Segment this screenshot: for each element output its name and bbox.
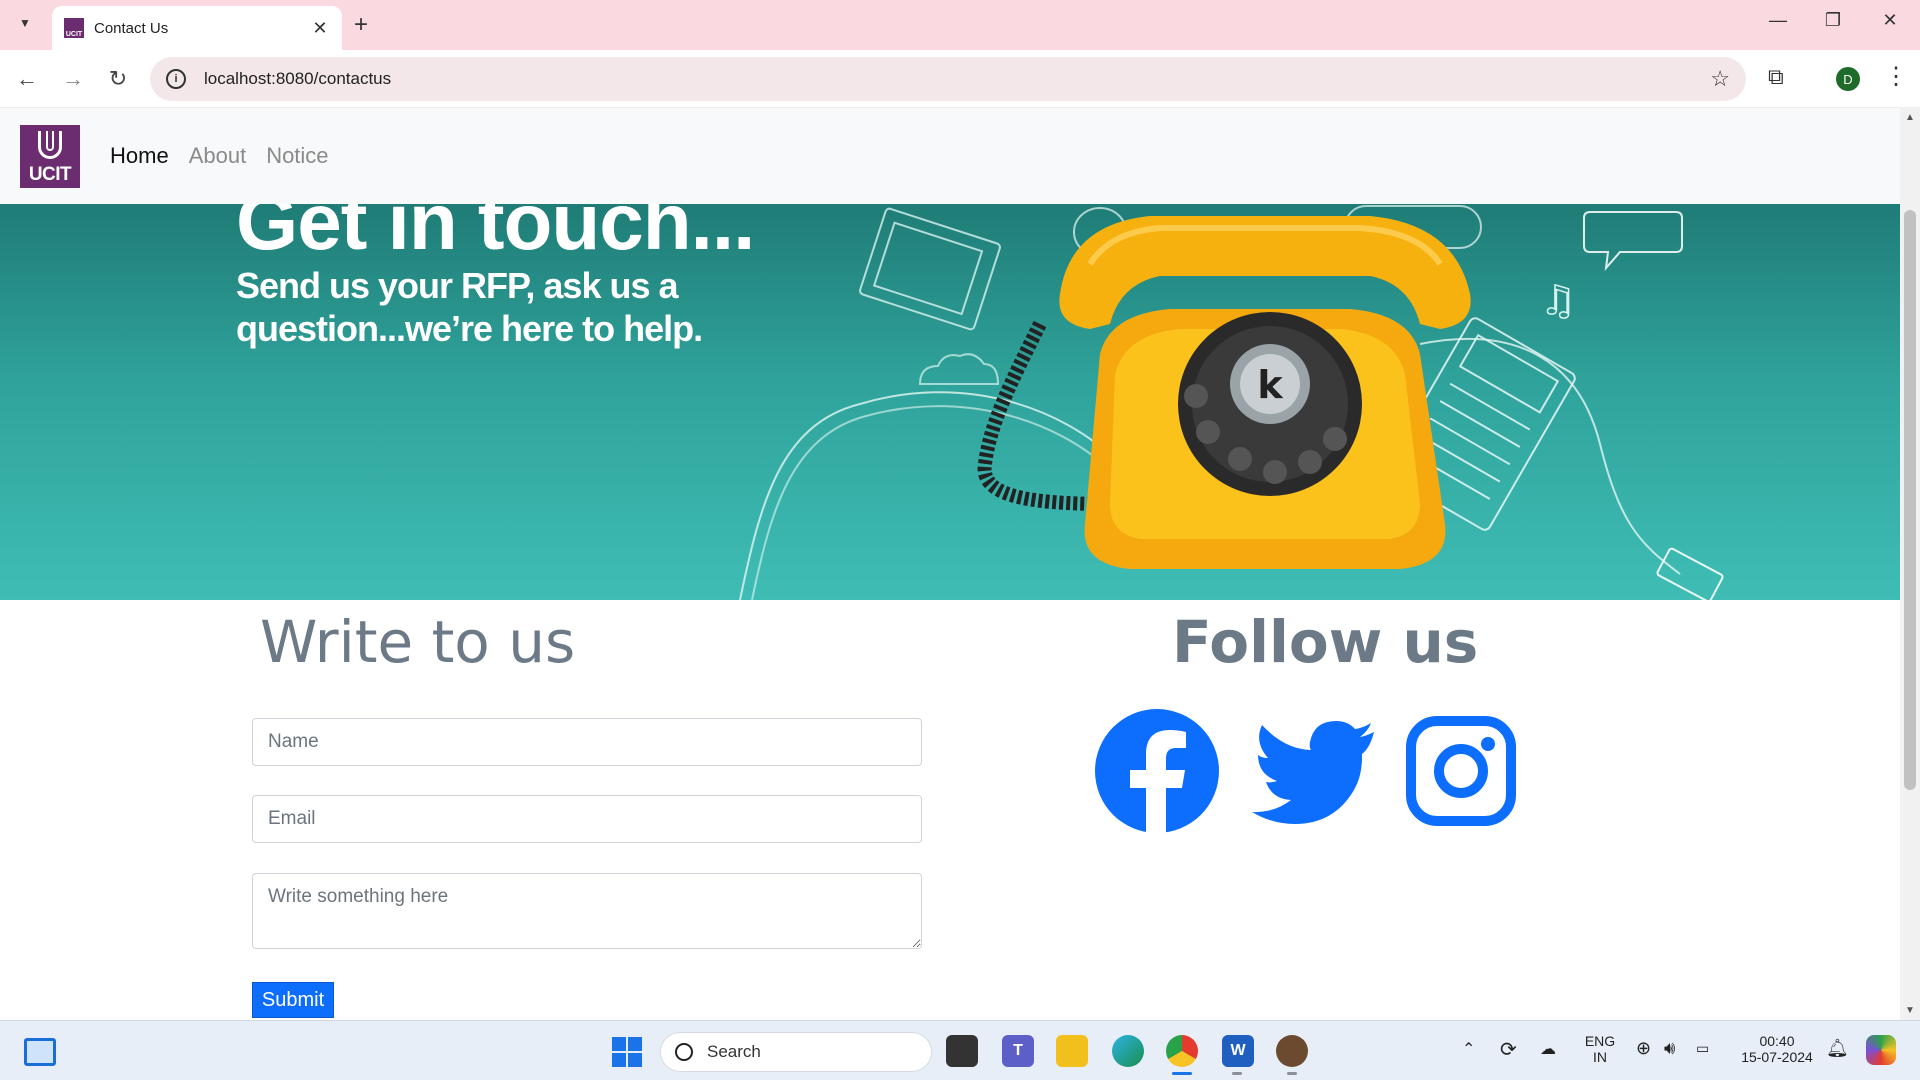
hero-illustration: ♫ ♪ [739,205,1724,600]
tab-list-dropdown-icon[interactable]: ▼ [12,10,38,36]
url-text[interactable]: localhost:8080/contactus [204,69,1710,89]
language-region: IN [1593,1049,1607,1065]
follow-us-heading: Follow us [1172,608,1479,676]
music-note-line-art: ♫ [1540,278,1576,324]
battery-icon[interactable]: ▭ [1696,1040,1709,1057]
reload-icon[interactable]: ↻ [103,66,133,92]
usb-plug-line-art [1656,547,1724,600]
dial-badge-text: k [1257,363,1283,407]
email-input[interactable] [252,795,922,843]
forward-icon[interactable]: → [58,66,88,92]
browser-tab-bar: ▼ UCIT Contact Us ✕ + — ❐ ✕ [0,0,1920,50]
new-tab-icon[interactable]: + [354,11,368,39]
page-scrollbar[interactable]: ▲ ▼ [1900,108,1920,1020]
app-running-indicator [1287,1072,1297,1075]
back-icon[interactable]: ← [12,66,42,92]
telephone-illustration: k [977,216,1471,569]
hero-banner: Get in touch... Send us your RFP, ask us… [0,204,1900,600]
minimize-icon[interactable]: — [1758,10,1798,31]
clock[interactable]: 00:40 15-07-2024 [1736,1033,1818,1065]
tablet-line-art [859,207,1001,331]
start-icon[interactable] [612,1037,642,1067]
language-code: ENG [1584,1033,1616,1049]
tab-favicon: UCIT [64,18,84,38]
facebook-icon[interactable] [1094,708,1220,834]
extensions-icon[interactable]: ⧉ [1768,64,1784,90]
scroll-down-icon[interactable]: ▼ [1905,1005,1915,1016]
nav-home-link[interactable]: Home [110,143,169,169]
teams-icon[interactable]: T [1002,1035,1034,1067]
notification-bell-icon[interactable]: 🔔︎ [1826,1038,1849,1059]
taskbar-search[interactable]: Search [660,1032,932,1072]
chrome-icon[interactable] [1166,1035,1198,1067]
edge-icon[interactable] [1112,1035,1144,1067]
chrome-active-indicator [1172,1072,1192,1075]
tab-title: Contact Us [94,19,169,37]
twitter-icon[interactable] [1250,720,1376,824]
instagram-icon[interactable] [1406,716,1516,826]
cable-line-art [1419,337,1681,575]
app-avatar-icon[interactable] [1276,1035,1308,1067]
address-bar[interactable]: i localhost:8080/contactus ☆ [150,57,1746,101]
windows-taskbar: Search T W ⌃ ⟳ ☁ ENG IN ⊕ 🔊︎ ▭ 00:40 15-… [0,1020,1920,1080]
site-info-icon[interactable]: i [166,69,186,89]
browser-menu-icon[interactable]: ⋮ [1884,62,1908,91]
clock-time: 00:40 [1759,1033,1795,1049]
onedrive-icon[interactable]: ☁ [1540,1039,1556,1059]
name-input[interactable] [252,718,922,766]
clock-date: 15-07-2024 [1741,1049,1813,1065]
volume-icon[interactable]: 🔊︎ [1664,1038,1675,1059]
write-to-us-heading: Write to us [260,608,576,676]
file-explorer-icon[interactable] [1056,1035,1088,1067]
browser-tab[interactable]: UCIT Contact Us ✕ [52,6,342,50]
bookmark-star-icon[interactable]: ☆ [1710,66,1730,92]
profile-avatar[interactable]: D [1836,67,1860,91]
word-running-indicator [1232,1072,1242,1075]
tab-favicon-text: UCIT [65,31,83,38]
speech-bubble-line-art [1583,211,1683,272]
taskbar-search-label: Search [707,1042,761,1061]
nav-about-link[interactable]: About [189,143,247,169]
ucit-logo[interactable]: UCIT [20,124,80,188]
network-icon[interactable]: ⊕ [1636,1038,1651,1059]
page-viewport: UCIT Home About Notice Get in touch... S… [0,108,1900,1020]
submit-button[interactable]: Submit [252,982,334,1018]
task-view-icon[interactable] [946,1035,978,1067]
tray-overflow-icon[interactable]: ⌃ [1462,1039,1475,1059]
logo-u-inner-mark [46,130,54,151]
site-navbar: UCIT Home About Notice [0,108,1900,204]
sync-icon[interactable]: ⟳ [1500,1037,1517,1062]
restore-icon[interactable]: ❐ [1813,10,1853,31]
scroll-up-icon[interactable]: ▲ [1905,112,1915,123]
word-icon[interactable]: W [1222,1035,1254,1067]
window-close-icon[interactable]: ✕ [1870,10,1910,31]
tab-close-icon[interactable]: ✕ [310,18,330,39]
message-textarea[interactable] [252,873,922,949]
cloud-line-art [918,353,1000,385]
logo-brand-text: UCIT [28,163,72,185]
search-icon [675,1043,693,1061]
nav-notice-link[interactable]: Notice [266,143,328,169]
widgets-icon[interactable] [24,1038,56,1066]
copilot-icon[interactable] [1866,1035,1896,1065]
language-indicator[interactable]: ENG IN [1582,1033,1618,1065]
browser-toolbar: ← → ↻ i localhost:8080/contactus ☆ ⧉ D ⋮ [0,50,1920,108]
scroll-thumb[interactable] [1904,210,1916,790]
